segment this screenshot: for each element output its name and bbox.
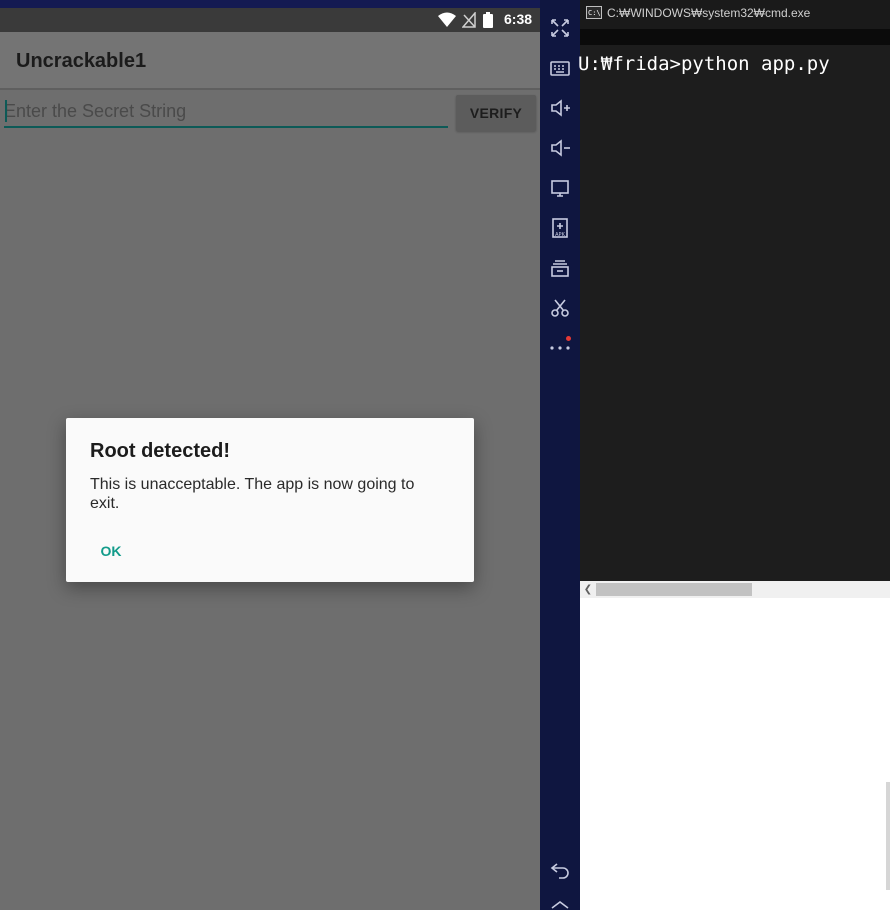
- dialog-title: Root detected!: [90, 440, 230, 462]
- status-time: 6:38: [504, 11, 533, 27]
- screenshot-scissors-icon[interactable]: [548, 296, 572, 320]
- volume-down-icon[interactable]: [548, 136, 572, 160]
- emulator-toolbar: APK: [540, 0, 580, 910]
- scroll-thumb[interactable]: [596, 583, 752, 596]
- cmd-prompt-line: U:₩frida>python app.py: [578, 53, 830, 75]
- screen-icon[interactable]: [548, 176, 572, 200]
- multi-instance-icon[interactable]: [548, 256, 572, 280]
- dialog-ok-button[interactable]: OK: [90, 536, 132, 566]
- root-detected-dialog: Root detected! This is unacceptable. The…: [66, 418, 474, 582]
- cmd-icon: C:\: [586, 6, 602, 19]
- wifi-icon: [438, 12, 456, 27]
- home-icon[interactable]: [548, 896, 572, 920]
- cmd-console[interactable]: U:₩frida>python app.py: [578, 45, 890, 581]
- status-bar: 6:38: [0, 8, 540, 32]
- app-bar: Uncrackable1: [0, 32, 540, 90]
- app-title: Uncrackable1: [16, 50, 147, 72]
- notification-dot: [566, 336, 571, 341]
- window-top-strip: [0, 0, 540, 8]
- text-cursor: [5, 100, 7, 122]
- cmd-titlebar-shadow: [580, 29, 890, 45]
- keyboard-icon[interactable]: [548, 56, 572, 80]
- cmd-titlebar[interactable]: C:\ C:₩WINDOWS₩system32₩cmd.exe: [580, 0, 890, 30]
- cmd-window: C:\ C:₩WINDOWS₩system32₩cmd.exe U:₩frida…: [578, 0, 890, 598]
- fullscreen-icon[interactable]: [548, 16, 572, 40]
- cmd-title: C:₩WINDOWS₩system32₩cmd.exe: [607, 6, 811, 20]
- signal-off-icon: [462, 12, 476, 28]
- back-icon[interactable]: [548, 858, 572, 882]
- svg-text:APK: APK: [555, 232, 565, 238]
- volume-up-icon[interactable]: [548, 96, 572, 120]
- dialog-message: This is unacceptable. The app is now goi…: [90, 476, 415, 512]
- cmd-horizontal-scrollbar[interactable]: ❮: [580, 581, 890, 598]
- install-apk-icon[interactable]: APK: [548, 216, 572, 240]
- scroll-left-arrow-icon[interactable]: ❮: [580, 581, 596, 598]
- secret-string-input[interactable]: [4, 96, 448, 128]
- background-window: [580, 598, 890, 910]
- verify-button[interactable]: VERIFY: [456, 95, 536, 131]
- android-screen: 6:38 Uncrackable1 VERIFY Root detected! …: [0, 0, 540, 910]
- background-scrollbar[interactable]: [886, 782, 890, 890]
- battery-icon: [483, 12, 493, 28]
